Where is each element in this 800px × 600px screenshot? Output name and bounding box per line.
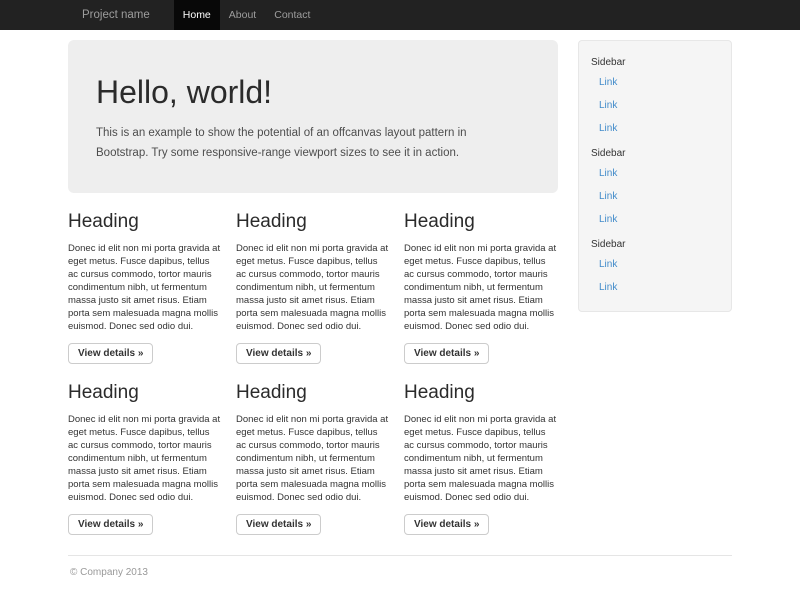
nav-list-item: About: [220, 0, 265, 30]
sidebar-group-3: Sidebar Link Link: [579, 231, 731, 299]
card-heading: Heading: [404, 382, 558, 404]
card-text: Donec id elit non mi porta gravida at eg…: [404, 242, 558, 333]
card-heading: Heading: [236, 211, 390, 233]
sidebar-link[interactable]: Link: [579, 117, 731, 140]
card-text: Donec id elit non mi porta gravida at eg…: [236, 242, 390, 333]
navbar-container: Project name Home About Contact: [68, 0, 732, 30]
content-card: Heading Donec id elit non mi porta gravi…: [236, 211, 390, 364]
sidebar-link[interactable]: Link: [579, 276, 731, 299]
content-card: Heading Donec id elit non mi porta gravi…: [404, 382, 558, 535]
card-heading: Heading: [68, 211, 222, 233]
jumbotron: Hello, world! This is an example to show…: [68, 40, 558, 193]
navbar-menu: Home About Contact: [174, 0, 320, 30]
sidebar-link[interactable]: Link: [579, 208, 731, 231]
sidebar-group-1: Sidebar Link Link Link: [579, 49, 731, 140]
copyright-text: © Company 2013: [70, 567, 732, 578]
card-heading: Heading: [236, 382, 390, 404]
main-row: Hello, world! This is an example to show…: [68, 30, 732, 535]
view-details-button[interactable]: View details »: [236, 343, 321, 364]
sidebar-link[interactable]: Link: [579, 253, 731, 276]
card-heading: Heading: [404, 211, 558, 233]
sidebar-link[interactable]: Link: [579, 94, 731, 117]
view-details-button[interactable]: View details »: [404, 343, 489, 364]
sidebar-link[interactable]: Link: [579, 162, 731, 185]
page-footer: © Company 2013: [68, 555, 732, 578]
sidebar-group-title: Sidebar: [579, 49, 731, 71]
nav-item-about[interactable]: About: [220, 0, 265, 30]
cards-row-1: Heading Donec id elit non mi porta gravi…: [68, 211, 558, 364]
sidebar-link[interactable]: Link: [579, 71, 731, 94]
page-title: Hello, world!: [96, 74, 530, 111]
jumbotron-description: This is an example to show the potential…: [96, 123, 498, 163]
sidebar-group-title: Sidebar: [579, 231, 731, 253]
main-content: Hello, world! This is an example to show…: [68, 30, 558, 535]
sidebar-panel: Sidebar Link Link Link Sidebar Link Link…: [578, 40, 732, 312]
view-details-button[interactable]: View details »: [404, 514, 489, 535]
content-card: Heading Donec id elit non mi porta gravi…: [68, 382, 222, 535]
sidebar-group-2: Sidebar Link Link Link: [579, 140, 731, 231]
cards-row-2: Heading Donec id elit non mi porta gravi…: [68, 382, 558, 535]
view-details-button[interactable]: View details »: [68, 514, 153, 535]
view-details-button[interactable]: View details »: [236, 514, 321, 535]
content-card: Heading Donec id elit non mi porta gravi…: [404, 211, 558, 364]
card-text: Donec id elit non mi porta gravida at eg…: [236, 413, 390, 504]
card-text: Donec id elit non mi porta gravida at eg…: [68, 242, 222, 333]
sidebar-link[interactable]: Link: [579, 185, 731, 208]
sidebar-group-title: Sidebar: [579, 140, 731, 162]
nav-list-item: Home: [174, 0, 220, 30]
navbar-brand[interactable]: Project name: [68, 0, 164, 30]
content-card: Heading Donec id elit non mi porta gravi…: [236, 382, 390, 535]
card-text: Donec id elit non mi porta gravida at eg…: [68, 413, 222, 504]
nav-item-contact[interactable]: Contact: [265, 0, 319, 30]
top-navbar: Project name Home About Contact: [0, 0, 800, 30]
view-details-button[interactable]: View details »: [68, 343, 153, 364]
nav-list-item: Contact: [265, 0, 319, 30]
page-container: Hello, world! This is an example to show…: [68, 30, 732, 578]
card-text: Donec id elit non mi porta gravida at eg…: [404, 413, 558, 504]
nav-item-home[interactable]: Home: [174, 0, 220, 30]
content-card: Heading Donec id elit non mi porta gravi…: [68, 211, 222, 364]
footer-divider: [68, 555, 732, 556]
card-heading: Heading: [68, 382, 222, 404]
